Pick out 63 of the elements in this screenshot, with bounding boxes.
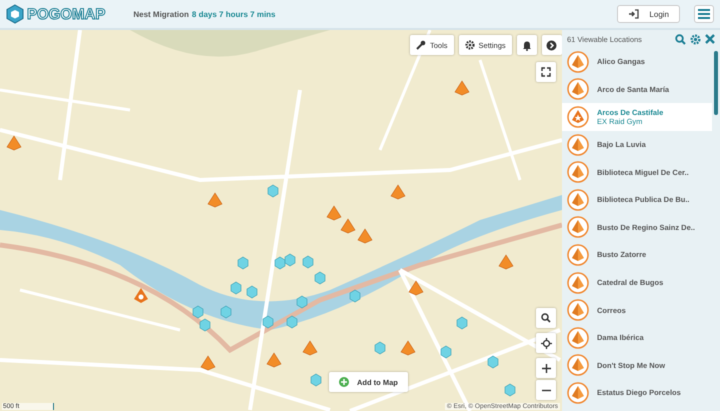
search-button[interactable] <box>536 308 556 328</box>
search-icon[interactable] <box>675 34 686 44</box>
gym-hexagon-icon[interactable] <box>286 316 298 328</box>
hexagon-logo-icon <box>6 4 24 24</box>
pokestop-pyramid-icon[interactable] <box>200 355 216 370</box>
pokestop-pyramid-icon[interactable] <box>208 192 222 208</box>
menu-button[interactable] <box>694 5 714 23</box>
settings-icon <box>464 40 475 50</box>
pokestop-pyramid-icon[interactable] <box>340 218 356 234</box>
crosshair-icon <box>540 338 552 348</box>
zoom-out-button[interactable] <box>536 380 556 400</box>
gym-hexagon-icon[interactable] <box>488 356 498 368</box>
gym-hexagon-icon[interactable] <box>440 346 452 358</box>
chevron-circle-icon <box>546 40 558 50</box>
gym-hexagon-icon[interactable] <box>504 384 516 396</box>
wrench-icon <box>416 40 426 50</box>
nest-migration-countdown: 8 days 7 hours 7 mins <box>192 10 276 18</box>
gym-hexagon-icon[interactable] <box>284 254 296 266</box>
logo-text: POGOMAP <box>27 6 106 22</box>
gym-hexagon-icon[interactable] <box>246 286 258 298</box>
gym-hexagon-icon[interactable] <box>310 374 322 386</box>
gym-hexagon-icon[interactable] <box>350 290 360 302</box>
locate-button[interactable] <box>536 333 556 353</box>
bell-icon <box>522 40 532 50</box>
gym-hexagon-icon[interactable] <box>456 316 468 330</box>
close-icon[interactable] <box>705 34 715 44</box>
pokestop-pyramid-icon[interactable] <box>302 340 318 356</box>
ex-raid-gym-icon[interactable] <box>134 288 148 303</box>
pokestop-pyramid-icon[interactable] <box>400 340 416 356</box>
pokestop-pyramid-icon[interactable] <box>6 135 22 150</box>
gym-hexagon-icon[interactable] <box>262 316 274 328</box>
gym-hexagon-icon[interactable] <box>220 306 232 318</box>
pokestop-pyramid-icon[interactable] <box>498 254 514 270</box>
gym-hexagon-icon[interactable] <box>374 342 386 354</box>
plus-icon <box>542 364 550 372</box>
gym-hexagon-icon[interactable] <box>296 296 308 308</box>
zoom-in-button[interactable] <box>536 358 556 378</box>
plus-circle-icon <box>339 377 349 387</box>
gym-hexagon-icon[interactable] <box>314 272 326 284</box>
pokestop-pyramid-icon[interactable] <box>454 80 470 96</box>
notifications-button[interactable] <box>516 35 537 55</box>
expand-icon <box>541 67 551 77</box>
login-button[interactable]: Login <box>617 5 680 23</box>
nest-migration-label: Nest Migration <box>133 10 189 18</box>
gym-hexagon-icon[interactable] <box>200 318 210 332</box>
pokestop-pyramid-icon[interactable] <box>266 352 282 368</box>
menu-icon <box>698 9 710 19</box>
gym-hexagon-icon[interactable] <box>230 282 242 294</box>
gym-hexagon-icon[interactable] <box>238 256 248 270</box>
pokestop-pyramid-icon[interactable] <box>326 205 342 220</box>
fullscreen-button[interactable] <box>536 62 556 82</box>
settings-icon[interactable] <box>690 34 701 44</box>
pokestop-pyramid-icon[interactable] <box>390 184 406 200</box>
gym-hexagon-icon[interactable] <box>192 306 204 318</box>
sign-in-icon <box>628 9 640 19</box>
pokestop-pyramid-icon[interactable] <box>358 228 372 244</box>
pokestop-pyramid-icon[interactable] <box>408 280 424 296</box>
scrollbar-thumb[interactable] <box>714 51 718 115</box>
search-icon <box>541 313 551 323</box>
gym-hexagon-icon[interactable] <box>274 256 286 270</box>
gym-hexagon-icon[interactable] <box>268 184 278 198</box>
gym-hexagon-icon[interactable] <box>302 256 314 268</box>
next-button[interactable] <box>542 35 562 55</box>
